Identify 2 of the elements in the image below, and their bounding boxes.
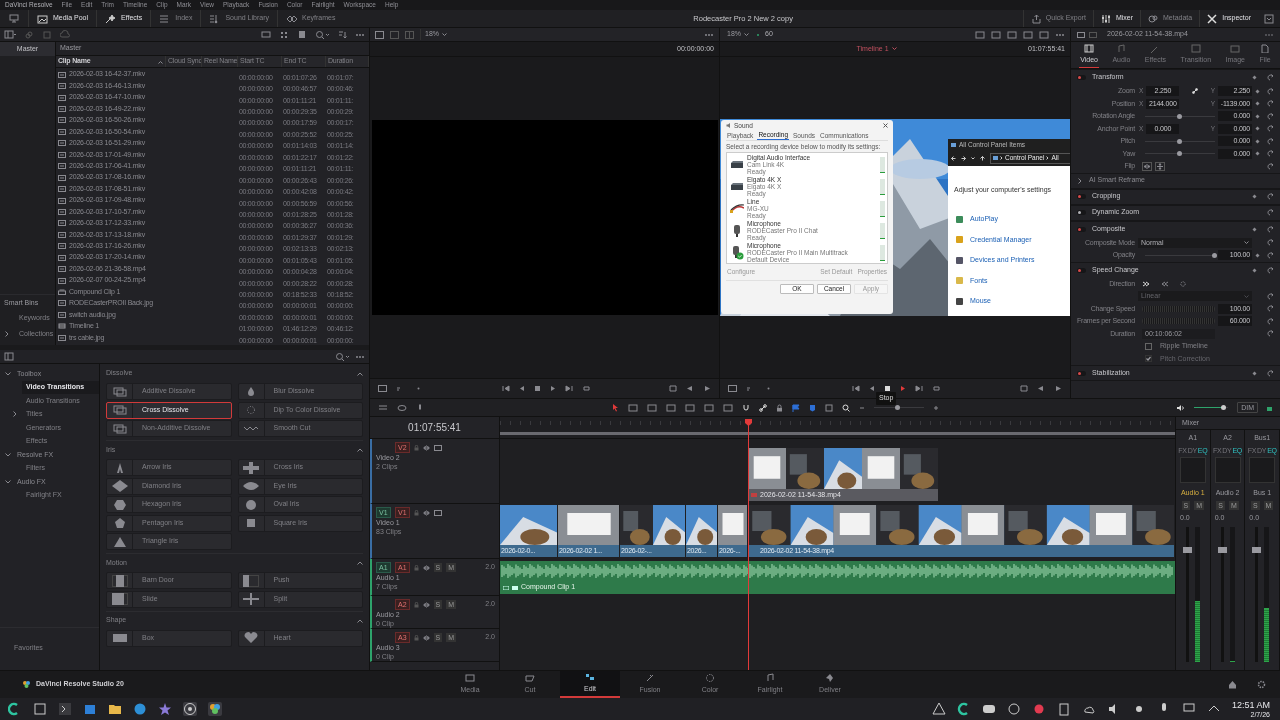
clock-time[interactable]: 12:51 AM — [1231, 700, 1270, 710]
timeline-timecode: 01:07:55:41 — [408, 421, 461, 435]
